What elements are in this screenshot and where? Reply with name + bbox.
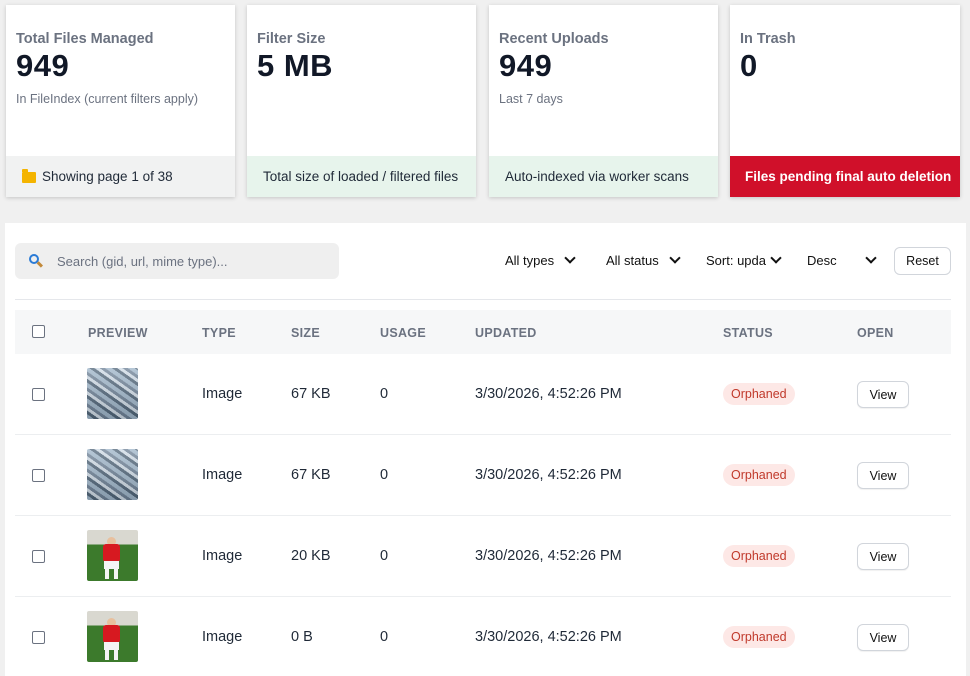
file-size: 0 B <box>291 629 313 645</box>
stat-card-total-files: Total Files Managed 949 In FileIndex (cu… <box>6 5 235 197</box>
stat-label: Recent Uploads <box>499 31 609 47</box>
stat-value: 949 <box>499 48 553 83</box>
sort-select[interactable]: Sort: updа <box>706 252 782 268</box>
file-type: Image <box>202 548 243 564</box>
column-header-updated: UPDATED <box>475 326 537 340</box>
column-header-preview: PREVIEW <box>88 326 148 340</box>
column-header-open: OPEN <box>857 326 894 340</box>
file-size: 20 KB <box>291 548 331 564</box>
stat-label: Filter Size <box>257 31 326 47</box>
stat-label: Total Files Managed <box>16 31 154 47</box>
file-usage: 0 <box>380 467 389 483</box>
file-type: Image <box>202 467 243 483</box>
file-updated: 3/30/2026, 4:52:26 PM <box>475 629 622 645</box>
view-button[interactable]: View <box>857 462 909 489</box>
file-usage: 0 <box>380 386 389 402</box>
column-header-status: STATUS <box>723 326 773 340</box>
table-row: Image 0 B 0 3/30/2026, 4:52:26 PM Orphan… <box>15 597 951 676</box>
stat-subtext: In FileIndex (current filters apply) <box>16 92 199 106</box>
view-button[interactable]: View <box>857 543 909 570</box>
file-preview-thumbnail[interactable] <box>87 530 138 581</box>
search-icon <box>29 254 44 268</box>
file-size: 67 KB <box>291 386 331 402</box>
table-header: PREVIEW TYPE SIZE USAGE UPDATED STATUS O… <box>15 310 951 354</box>
row-checkbox[interactable] <box>32 631 45 644</box>
row-checkbox[interactable] <box>32 550 45 563</box>
table-row: Image 67 KB 0 3/30/2026, 4:52:26 PM Orph… <box>15 354 951 435</box>
row-checkbox[interactable] <box>32 388 45 401</box>
status-filter-select[interactable]: All status <box>606 252 681 268</box>
file-preview-thumbnail[interactable] <box>87 449 138 500</box>
view-button[interactable]: View <box>857 624 909 651</box>
chevron-down-icon <box>669 252 681 264</box>
search-box[interactable] <box>15 243 339 279</box>
stat-value: 0 <box>740 48 758 83</box>
status-badge: Orphaned <box>723 383 795 405</box>
table-row: Image 67 KB 0 3/30/2026, 4:52:26 PM Orph… <box>15 435 951 516</box>
stat-footer-text: Showing page 1 of 38 <box>42 169 173 184</box>
stat-card-recent-uploads: Recent Uploads 949 Last 7 days Auto-inde… <box>489 5 718 197</box>
stat-footer: Showing page 1 of 38 <box>6 156 235 197</box>
status-badge: Orphaned <box>723 545 795 567</box>
order-select[interactable]: Desc <box>807 252 877 268</box>
status-badge: Orphaned <box>723 464 795 486</box>
column-header-type: TYPE <box>202 326 236 340</box>
type-filter-select[interactable]: All types <box>505 252 576 268</box>
stat-footer: Auto-indexed via worker scans <box>489 156 718 197</box>
stat-value: 5 MB <box>257 48 334 83</box>
row-checkbox[interactable] <box>32 469 45 482</box>
stat-footer: Total size of loaded / filtered files <box>247 156 476 197</box>
column-header-size: SIZE <box>291 326 320 340</box>
chevron-down-icon <box>770 252 782 264</box>
file-updated: 3/30/2026, 4:52:26 PM <box>475 548 622 564</box>
order-label: Desc <box>807 253 837 268</box>
stat-card-filter-size: Filter Size 5 MB Total size of loaded / … <box>247 5 476 197</box>
stat-footer-text: Total size of loaded / filtered files <box>263 169 459 184</box>
sort-label: Sort: updа <box>706 253 766 268</box>
stat-footer: Files pending final auto deletion <box>730 156 960 197</box>
file-usage: 0 <box>380 548 389 564</box>
stat-card-in-trash: In Trash 0 Files pending final auto dele… <box>730 5 960 197</box>
file-preview-thumbnail[interactable] <box>87 368 138 419</box>
status-badge: Orphaned <box>723 626 795 648</box>
type-filter-label: All types <box>505 253 555 268</box>
chevron-down-icon <box>864 252 877 264</box>
stat-subtext: Last 7 days <box>499 92 563 106</box>
column-header-usage: USAGE <box>380 326 426 340</box>
file-type: Image <box>202 629 243 645</box>
table-row: Image 20 KB 0 3/30/2026, 4:52:26 PM Orph… <box>15 516 951 597</box>
select-all-checkbox[interactable] <box>32 325 45 338</box>
stat-label: In Trash <box>740 31 796 47</box>
file-type: Image <box>202 386 243 402</box>
file-preview-thumbnail[interactable] <box>87 611 138 662</box>
folder-icon <box>22 169 36 183</box>
divider <box>15 299 951 300</box>
stat-value: 949 <box>16 48 70 83</box>
file-usage: 0 <box>380 629 389 645</box>
search-input[interactable] <box>57 253 327 269</box>
chevron-down-icon <box>564 252 576 264</box>
status-filter-label: All status <box>606 253 659 268</box>
file-updated: 3/30/2026, 4:52:26 PM <box>475 467 622 483</box>
stat-footer-text: Files pending final auto deletion <box>745 169 952 184</box>
stat-footer-text: Auto-indexed via worker scans <box>505 169 689 184</box>
file-updated: 3/30/2026, 4:52:26 PM <box>475 386 622 402</box>
files-panel: All types All status Sort: updа Desc Res… <box>5 223 966 676</box>
file-size: 67 KB <box>291 467 331 483</box>
view-button[interactable]: View <box>857 381 909 408</box>
reset-button[interactable]: Reset <box>894 247 951 275</box>
